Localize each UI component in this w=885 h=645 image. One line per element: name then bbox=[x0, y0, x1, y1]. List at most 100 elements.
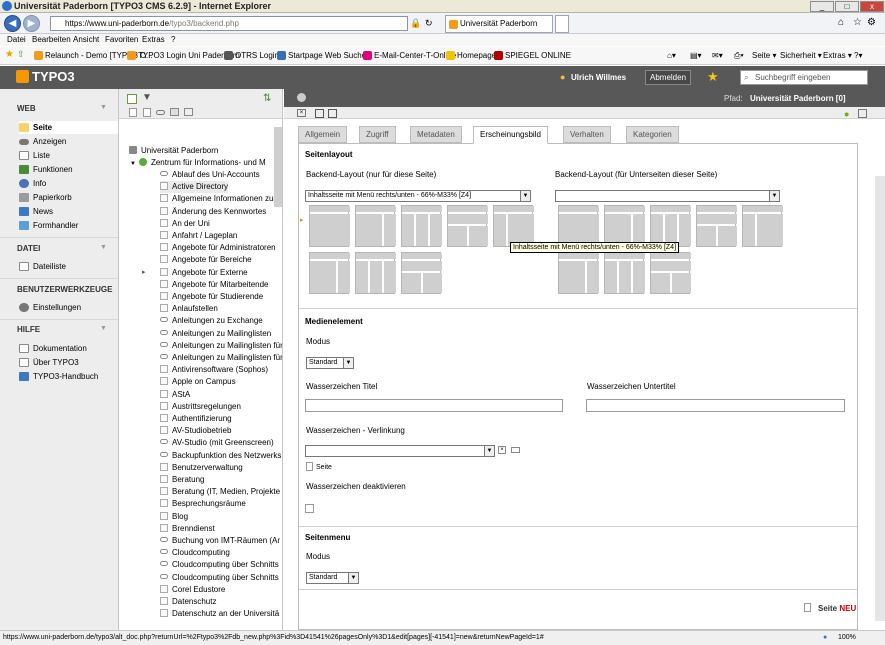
filter-icon[interactable]: ▼ bbox=[142, 92, 152, 103]
module-info[interactable]: Info bbox=[19, 177, 118, 190]
tree-item[interactable]: Cloudcomputing bbox=[160, 547, 230, 559]
section-datei[interactable]: DATEI bbox=[17, 244, 40, 253]
print-tool-icon[interactable]: ⎙▾ bbox=[734, 51, 744, 61]
new-tab-button[interactable] bbox=[555, 15, 569, 33]
section-hilfe[interactable]: HILFE bbox=[17, 325, 40, 334]
expand-icon[interactable]: ▼ bbox=[130, 161, 136, 167]
layout-thumbnail[interactable] bbox=[558, 252, 599, 294]
mail-tool-icon[interactable]: ✉▾ bbox=[712, 51, 723, 60]
module-anzeigen[interactable]: Anzeigen bbox=[19, 135, 118, 148]
layout-thumbnail[interactable] bbox=[447, 205, 488, 247]
address-bar[interactable]: https://www.uni-paderborn.de/typo3/backe… bbox=[50, 16, 408, 31]
module-ueber-typo3[interactable]: Über TYPO3 bbox=[19, 356, 118, 369]
zoom-level[interactable]: 100% bbox=[838, 631, 856, 644]
menu-help[interactable]: ? bbox=[171, 35, 175, 44]
expand-icon[interactable]: ▸ bbox=[142, 267, 146, 279]
tree-item[interactable]: Authentifizierung bbox=[160, 413, 232, 425]
menu-extras[interactable]: Extras bbox=[142, 35, 165, 44]
tree-item[interactable]: Benutzerverwaltung bbox=[160, 462, 243, 474]
tab-allgemein[interactable]: Allgemein bbox=[298, 126, 348, 143]
fav-item[interactable]: Homepage bbox=[446, 51, 496, 60]
layout-thumbnail[interactable] bbox=[309, 252, 350, 294]
help-tool-icon[interactable]: ?▾ bbox=[854, 51, 862, 60]
module-dateiliste[interactable]: Dateiliste bbox=[19, 260, 118, 273]
module-seite[interactable]: Seite bbox=[19, 121, 118, 134]
tree-node[interactable]: ▼ Zentrum für Informations- und M bbox=[130, 157, 266, 169]
fav-item[interactable]: Startpage Web Suchen bbox=[277, 51, 371, 60]
fullscreen-icon[interactable] bbox=[858, 109, 867, 118]
tree-item[interactable]: An der Uni bbox=[160, 218, 210, 230]
layout-thumbnail[interactable] bbox=[650, 252, 691, 294]
layout-thumbnail[interactable] bbox=[604, 205, 645, 247]
tree-item[interactable]: Angebote für Externe ▸ bbox=[142, 267, 248, 279]
tree-item[interactable]: Datenschutz an der Universitä bbox=[160, 608, 279, 620]
tree-item[interactable]: Anleitungen zu Exchange bbox=[160, 315, 263, 327]
tree-item[interactable]: Angebote für Bereiche bbox=[160, 254, 252, 266]
tree-scrollbar[interactable] bbox=[274, 127, 282, 207]
tree-root[interactable]: Universität Paderborn bbox=[129, 145, 218, 157]
tree-item[interactable]: Anlaufstellen bbox=[160, 303, 218, 315]
module-formhandler[interactable]: Formhandler bbox=[19, 219, 118, 232]
backend-layout-select[interactable]: Inhaltsseite mit Menü rechts/unten - 66%… bbox=[305, 190, 531, 202]
seite-link[interactable]: Seite bbox=[316, 464, 332, 471]
tree-item[interactable]: Angebote für Administratoren bbox=[160, 242, 276, 254]
search-input[interactable]: ⌕ Suchbegriff eingeben bbox=[740, 70, 868, 85]
tree-item[interactable]: Austrittsregelungen bbox=[160, 401, 241, 413]
tab-kategorien[interactable]: Kategorien bbox=[626, 126, 679, 143]
save-close-icon[interactable] bbox=[328, 109, 337, 118]
module-handbuch[interactable]: TYPO3-Handbuch bbox=[19, 370, 118, 383]
tab-erscheinungsbild[interactable]: Erscheinungsbild bbox=[473, 126, 548, 144]
page-type-icon[interactable] bbox=[143, 108, 151, 117]
browser-tab[interactable]: Universität Paderborn [TYPO ... bbox=[445, 15, 553, 44]
path-value[interactable]: Universität Paderborn [0] bbox=[750, 94, 846, 103]
section-web[interactable]: WEB bbox=[17, 104, 36, 113]
tree-item[interactable]: Active Directory bbox=[160, 181, 229, 194]
tree-item[interactable]: Backupfunktion des Netzwerks bbox=[160, 450, 281, 462]
tree-item[interactable]: Besprechungsräume bbox=[160, 498, 246, 510]
tree-item[interactable]: Buchung von IMT-Räumen (Ar bbox=[160, 535, 280, 547]
maximize-button[interactable]: □ bbox=[835, 1, 859, 12]
tree-item[interactable]: Corel Edustore bbox=[160, 584, 225, 596]
tree-item[interactable]: Antivirensoftware (Sophos) bbox=[160, 364, 268, 376]
favorites-star-icon[interactable]: ★ bbox=[5, 49, 14, 60]
menu-ansicht[interactable]: Ansicht bbox=[73, 35, 99, 44]
lock-icon[interactable]: 🔒 bbox=[410, 18, 421, 29]
browse-folder-icon[interactable] bbox=[511, 447, 520, 453]
add-favorite-icon[interactable]: ⇧ bbox=[17, 49, 25, 60]
tree-item[interactable]: Cloudcomputing über Schnitts bbox=[160, 572, 279, 584]
layout-thumbnail[interactable] bbox=[309, 205, 350, 247]
back-icon[interactable]: ◀ bbox=[4, 15, 21, 32]
clear-link-icon[interactable]: × bbox=[498, 446, 506, 454]
layout-thumbnail[interactable] bbox=[604, 252, 645, 294]
tab-verhalten[interactable]: Verhalten bbox=[563, 126, 611, 143]
tree-item[interactable]: Beratung (IT, Medien, Projekte bbox=[160, 486, 280, 498]
tree-item[interactable]: Anleitungen zu Mailinglisten für bbox=[160, 340, 282, 352]
tree-item[interactable]: Anleitungen zu Mailinglisten für bbox=[160, 352, 282, 364]
subpages-layout-select[interactable]: ▼ bbox=[555, 190, 780, 202]
folder-page-icon[interactable] bbox=[170, 108, 179, 116]
add-icon[interactable]: ● bbox=[844, 109, 849, 119]
content-scrollbar[interactable] bbox=[875, 176, 885, 621]
tab-metadaten[interactable]: Metadaten bbox=[410, 126, 462, 143]
save-icon[interactable] bbox=[315, 109, 324, 118]
section-benutzerwerkzeuge[interactable]: BENUTZERWERKZEUGE bbox=[17, 285, 112, 294]
tree-item[interactable]: Apple on Campus bbox=[160, 376, 236, 388]
settings-gear-icon[interactable]: ⚙ bbox=[867, 17, 876, 28]
wz-deakt-checkbox[interactable] bbox=[305, 504, 314, 513]
wz-untertitel-input[interactable] bbox=[586, 399, 845, 412]
new-page-icon[interactable] bbox=[127, 94, 137, 104]
layout-thumbnail[interactable] bbox=[493, 205, 534, 247]
menu-datei[interactable]: Datei bbox=[7, 35, 26, 44]
layout-thumbnail[interactable] bbox=[696, 205, 737, 247]
fav-item[interactable]: SPIEGEL ONLINE bbox=[494, 51, 571, 60]
collapse-chevron-icon[interactable]: ▼ bbox=[100, 325, 107, 332]
tree-item[interactable]: AStA bbox=[160, 389, 190, 401]
tree-item[interactable]: Angebote für Studierende bbox=[160, 291, 263, 303]
collapse-chevron-icon[interactable]: ▼ bbox=[100, 244, 107, 251]
module-einstellungen[interactable]: Einstellungen bbox=[19, 301, 118, 314]
tree-item[interactable]: Änderung des Kennwortes bbox=[160, 206, 266, 218]
tree-item[interactable]: AV-Studio (mit Greenscreen) bbox=[160, 437, 274, 449]
user-name[interactable]: Ulrich Willmes bbox=[571, 73, 626, 82]
refresh-tree-icon[interactable]: ⇅ bbox=[263, 93, 271, 104]
tree-item[interactable]: Brenndienst bbox=[160, 523, 215, 535]
